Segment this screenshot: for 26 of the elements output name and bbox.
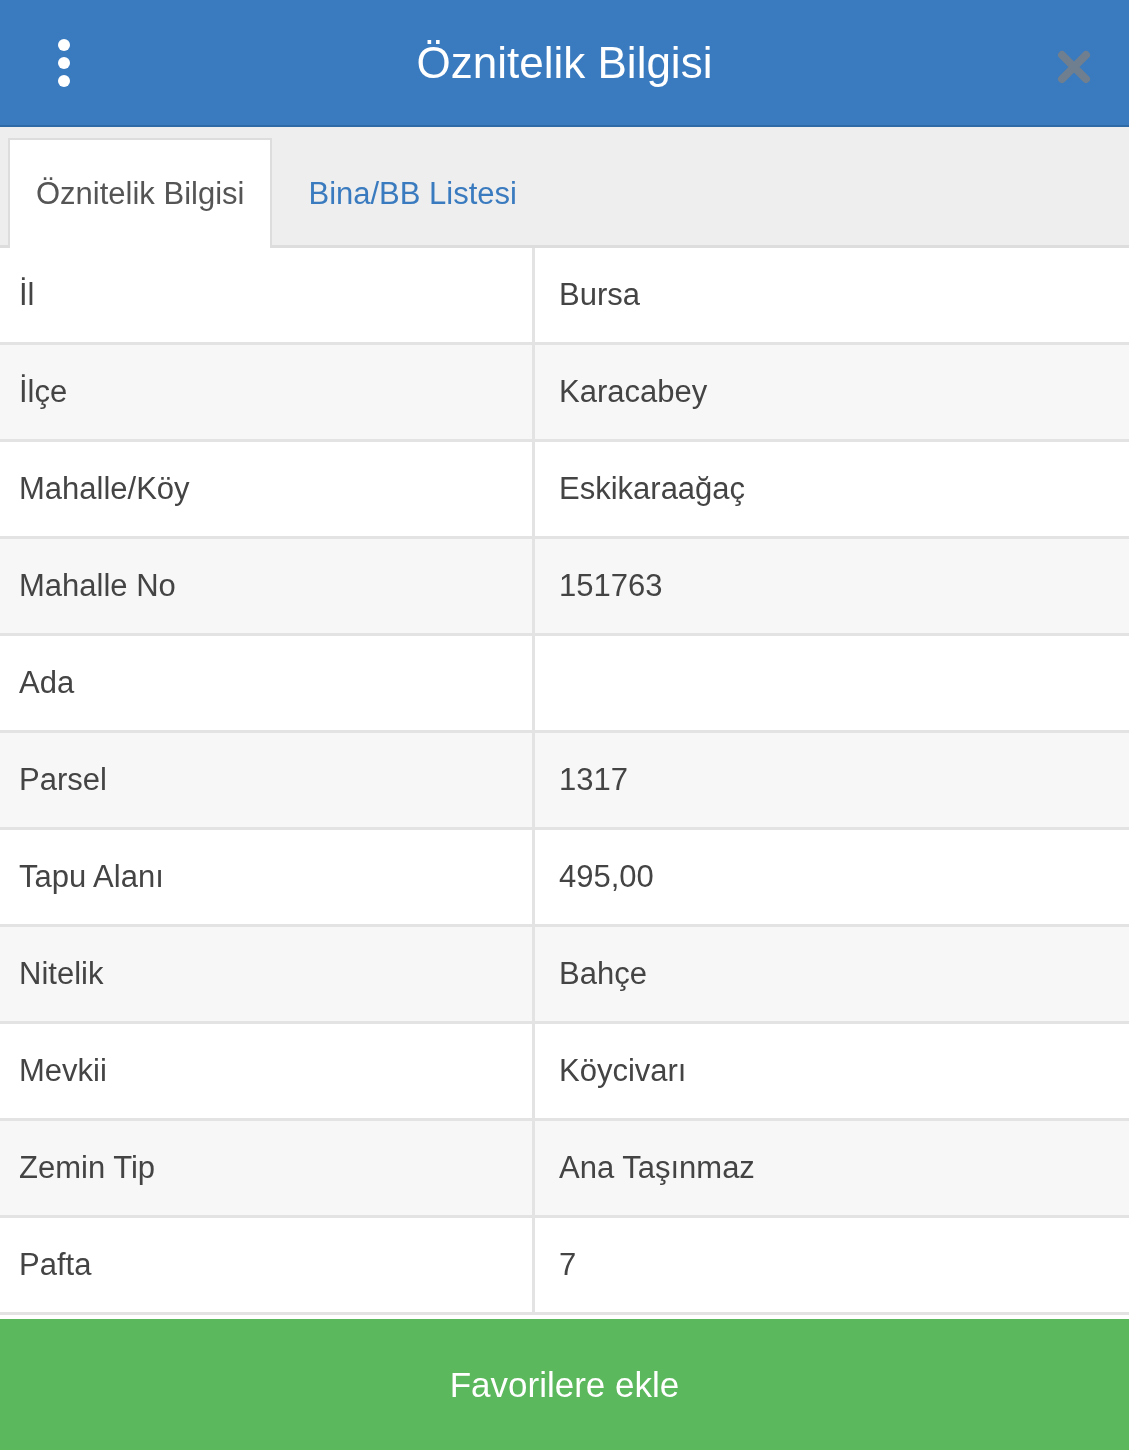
table-cell-text: 1317 <box>558 761 629 799</box>
table-cell-text: 151763 <box>558 567 664 605</box>
table-cell-text: Bursa <box>558 276 641 314</box>
table-cell: Ada <box>0 636 535 730</box>
table-cell-text: 7 <box>558 1246 578 1284</box>
menu-icon[interactable] <box>56 38 72 87</box>
table-cell: Parsel <box>0 733 535 827</box>
table-cell-text: Eskikaraağaç <box>558 470 747 508</box>
table-cell: Mevkii <box>0 1024 535 1118</box>
dialog-title: Öznitelik Bilgisi <box>416 37 713 88</box>
table-cell-text: Karacabey <box>558 373 709 411</box>
table-cell: Pafta <box>0 1218 535 1312</box>
table-cell: Tapu Alanı <box>0 830 535 924</box>
table-cell: Zemin Tip <box>0 1121 535 1215</box>
tab[interactable]: Öznitelik Bilgisi <box>8 138 273 248</box>
tab[interactable]: Bina/BB Listesi <box>272 138 545 248</box>
table-cell-text: 495,00 <box>558 858 655 896</box>
table-cell: Mahalle No <box>0 539 535 633</box>
table-cell-text: Köycivarı <box>558 1052 688 1090</box>
table-cell: İlçe <box>0 345 535 439</box>
table-cell: Mahalle/Köy <box>0 442 535 536</box>
table-cell-text: Bahçe <box>558 955 648 993</box>
table-cell: İl <box>0 248 535 342</box>
table-cell-text: Ana Taşınmaz <box>558 1149 756 1187</box>
add-favorites-button[interactable]: Favorilere ekle <box>0 1319 1129 1450</box>
table-cell: Nitelik <box>0 927 535 1021</box>
